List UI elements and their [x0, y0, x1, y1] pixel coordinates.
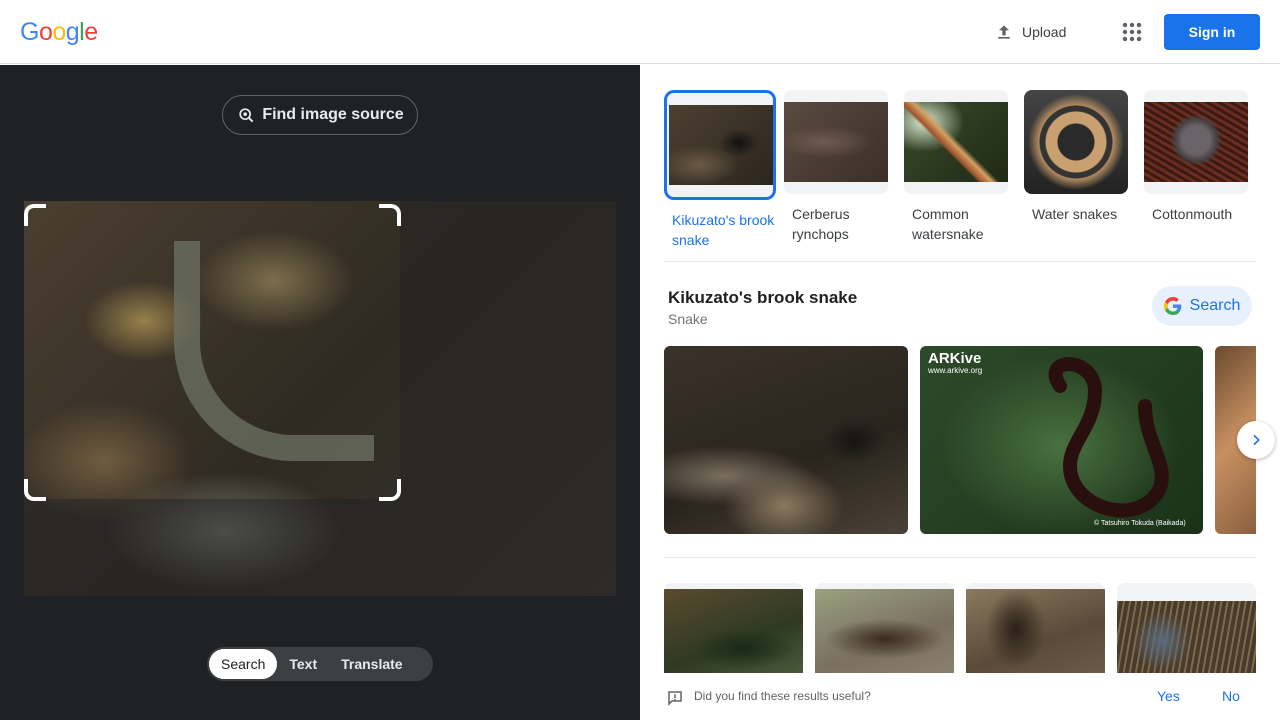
- result-image[interactable]: [966, 583, 1105, 673]
- divider: [664, 261, 1256, 262]
- snake-shape: [174, 241, 374, 461]
- crop-handle-bottom-left[interactable]: [24, 479, 46, 501]
- suggestion-chip[interactable]: Common watersnake: [904, 90, 1016, 244]
- suggestion-chip[interactable]: Cerberus rynchops: [784, 90, 896, 244]
- logo-letter: e: [84, 18, 98, 46]
- suggestion-label: Kikuzato's brook snake: [672, 212, 775, 248]
- suggestion-chip[interactable]: Kikuzato's brook snake: [664, 90, 776, 250]
- result-image[interactable]: [1117, 583, 1256, 673]
- suggestion-label: Water snakes: [1032, 206, 1118, 222]
- divider: [664, 557, 1256, 558]
- suggestion-thumbnail: [664, 90, 776, 200]
- google-logo[interactable]: Google: [20, 18, 98, 46]
- search-button-label: Search: [1189, 297, 1241, 314]
- sign-in-button[interactable]: Sign in: [1164, 14, 1260, 50]
- suggestion-label: Cottonmouth: [1152, 206, 1233, 222]
- entity-title: Kikuzato's brook snake: [668, 288, 858, 307]
- suggestion-label: Cerberus rynchops: [792, 206, 850, 242]
- mode-tab-translate[interactable]: Translate: [329, 649, 414, 679]
- logo-letter: g: [65, 18, 80, 46]
- suggestion-thumbnail: [904, 90, 1008, 194]
- find-image-source-label: Find image source: [262, 106, 404, 123]
- feedback-no-button[interactable]: No: [1222, 688, 1240, 704]
- result-image[interactable]: [664, 583, 803, 673]
- chevron-right-icon: [1253, 434, 1260, 446]
- mode-tab-text[interactable]: Text: [277, 649, 329, 679]
- crop-handle-top-left[interactable]: [24, 204, 46, 226]
- crop-handle-top-right[interactable]: [379, 204, 401, 226]
- logo-letter: o: [52, 18, 66, 46]
- result-image[interactable]: [815, 583, 954, 673]
- carousel-next-button[interactable]: [1237, 421, 1275, 459]
- watermark-site: www.arkive.org: [928, 366, 983, 375]
- lens-search-icon: [239, 108, 254, 123]
- watermark-brand: ARKive: [928, 350, 982, 367]
- feedback-yes-button[interactable]: Yes: [1157, 688, 1180, 704]
- image-preview-panel: Find image source Search Text Translate: [0, 65, 640, 720]
- crop-handle-bottom-right[interactable]: [379, 479, 401, 501]
- google-search-button[interactable]: Search: [1152, 286, 1252, 326]
- uploaded-snake-photo: [24, 201, 616, 596]
- apps-button[interactable]: [1116, 16, 1148, 48]
- logo-letter: o: [38, 18, 53, 46]
- suggestion-chip[interactable]: Water snakes: [1024, 90, 1136, 224]
- upload-icon: [998, 25, 1010, 39]
- upload-button[interactable]: Upload: [984, 14, 1076, 50]
- result-image[interactable]: [664, 346, 908, 534]
- suggestion-label: Common watersnake: [912, 206, 984, 242]
- suggestion-thumbnail: [1024, 90, 1128, 194]
- feedback-bar: Did you find these results useful? Yes N…: [640, 677, 1280, 720]
- crop-dim-overlay: [24, 499, 400, 596]
- top-bar: Google Upload Sign in: [0, 0, 1280, 64]
- feedback-icon: [668, 691, 682, 706]
- feedback-question: Did you find these results useful?: [694, 689, 871, 703]
- find-image-source-button[interactable]: Find image source: [222, 95, 418, 135]
- apps-grid-icon: [1122, 22, 1142, 42]
- suggestion-thumbnail: [1144, 90, 1248, 194]
- mode-switcher: Search Text Translate: [207, 647, 433, 681]
- mode-tab-search[interactable]: Search: [209, 649, 278, 679]
- logo-letter: G: [20, 18, 39, 46]
- google-g-icon: [1163, 297, 1181, 315]
- suggestion-chip[interactable]: Cottonmouth: [1144, 90, 1256, 224]
- crop-dim-overlay: [400, 201, 616, 596]
- suggestion-chips: Kikuzato's brook snake Cerberus rynchops…: [664, 90, 1256, 250]
- results-panel: Kikuzato's brook snake Cerberus rynchops…: [640, 65, 1280, 720]
- photo-credit: © Tatsuhiro Tokuda (Baikada): [1094, 520, 1186, 527]
- entity-subtitle: Snake: [668, 311, 708, 327]
- suggestion-thumbnail: [784, 90, 888, 194]
- upload-label: Upload: [1022, 24, 1067, 40]
- result-image[interactable]: ARKive www.arkive.org © Tatsuhiro Tokuda…: [920, 346, 1203, 534]
